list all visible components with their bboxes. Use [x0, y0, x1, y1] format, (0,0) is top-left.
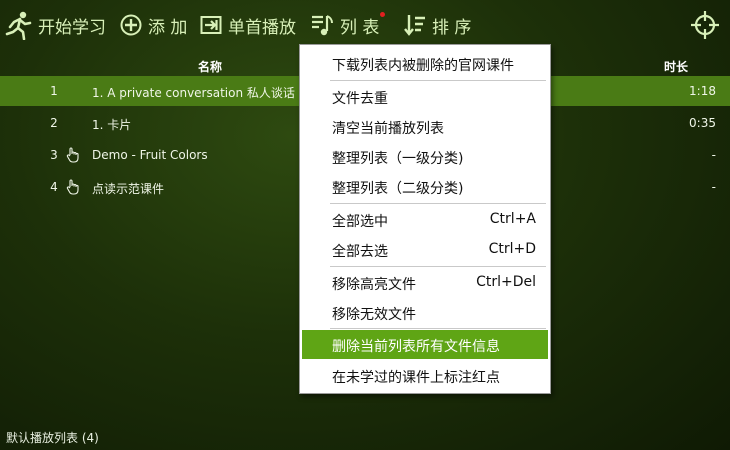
menu-item-label: 文件去重: [332, 91, 388, 107]
menu-item-mark-unlearned[interactable]: 在未学过的课件上标注红点: [302, 361, 548, 390]
row-number: 4: [50, 180, 58, 194]
single-play-button[interactable]: 单首播放: [200, 0, 296, 50]
menu-item-label: 删除当前列表所有文件信息: [332, 339, 500, 355]
playlist-status: 默认播放列表 (4): [6, 431, 99, 445]
playlist-icon: [310, 13, 334, 37]
row-duration: 1:18: [689, 84, 716, 98]
arrow-to-bar-icon: [200, 14, 222, 36]
menu-item-remove-invalid[interactable]: 移除无效文件: [302, 298, 548, 327]
menu-item-organize-level2[interactable]: 整理列表（二级分类): [302, 172, 548, 201]
menu-item-remove-highlighted[interactable]: 移除高亮文件 Ctrl+Del: [302, 268, 548, 297]
row-number: 2: [50, 116, 58, 130]
row-duration: -: [711, 148, 716, 162]
add-button[interactable]: 添 加: [120, 0, 187, 50]
running-person-icon: [4, 10, 32, 40]
row-duration: -: [711, 180, 716, 194]
menu-separator: [330, 80, 546, 81]
menu-item-label: 下载列表内被删除的官网课件: [332, 58, 514, 74]
sort-button[interactable]: 排 序: [404, 0, 471, 50]
column-header-duration[interactable]: 时长: [664, 58, 688, 75]
row-number: 3: [50, 148, 58, 162]
list-label: 列 表: [340, 17, 380, 38]
menu-item-label: 在未学过的课件上标注红点: [332, 370, 500, 386]
menu-separator: [330, 203, 546, 204]
menu-item-delete-all-info[interactable]: 删除当前列表所有文件信息: [302, 330, 548, 359]
menu-item-label: 移除无效文件: [332, 307, 416, 323]
row-number: 1: [50, 84, 58, 98]
menu-item-label: 整理列表（二级分类): [332, 181, 464, 197]
hand-pointer-icon: [66, 179, 80, 198]
menu-item-label: 清空当前播放列表: [332, 121, 444, 137]
list-context-menu: 下载列表内被删除的官网课件 文件去重 清空当前播放列表 整理列表（一级分类) 整…: [299, 44, 551, 394]
menu-item-shortcut: Ctrl+A: [489, 211, 536, 227]
sort-icon: [404, 13, 426, 37]
notification-dot: [380, 12, 385, 17]
row-duration: 0:35: [689, 116, 716, 130]
start-study-label: 开始学习: [38, 17, 106, 38]
menu-item-label: 全部选中: [332, 214, 388, 230]
row-title: 1. A private conversation 私人谈话: [92, 86, 295, 100]
menu-separator: [330, 328, 546, 329]
menu-separator: [330, 266, 546, 267]
menu-item-label: 整理列表（一级分类): [332, 151, 464, 167]
list-button[interactable]: 列 表: [310, 0, 385, 50]
hand-pointer-icon: [66, 147, 80, 166]
row-title: 1. 卡片: [92, 118, 132, 132]
menu-item-organize-level1[interactable]: 整理列表（一级分类): [302, 142, 548, 171]
menu-item-download-deleted[interactable]: 下载列表内被删除的官网课件: [302, 49, 548, 78]
menu-item-clear-list[interactable]: 清空当前播放列表: [302, 112, 548, 141]
sort-label: 排 序: [432, 17, 472, 38]
menu-item-select-all[interactable]: 全部选中 Ctrl+A: [302, 205, 548, 234]
plus-circle-icon: [120, 14, 142, 36]
menu-item-label: 移除高亮文件: [332, 277, 416, 293]
menu-item-deselect-all[interactable]: 全部去选 Ctrl+D: [302, 235, 548, 264]
column-header-name[interactable]: 名称: [198, 58, 222, 75]
locate-button[interactable]: [690, 0, 720, 50]
crosshair-icon: [690, 10, 720, 40]
add-label: 添 加: [148, 17, 188, 38]
row-title: 点读示范课件: [92, 182, 165, 196]
menu-item-shortcut: Ctrl+Del: [476, 274, 536, 290]
menu-item-dedupe[interactable]: 文件去重: [302, 82, 548, 111]
single-play-label: 单首播放: [228, 17, 296, 38]
menu-item-label: 全部去选: [332, 244, 388, 260]
row-title: Demo - Fruit Colors: [92, 148, 208, 162]
start-study-button[interactable]: 开始学习: [4, 0, 106, 50]
menu-item-shortcut: Ctrl+D: [488, 241, 536, 257]
